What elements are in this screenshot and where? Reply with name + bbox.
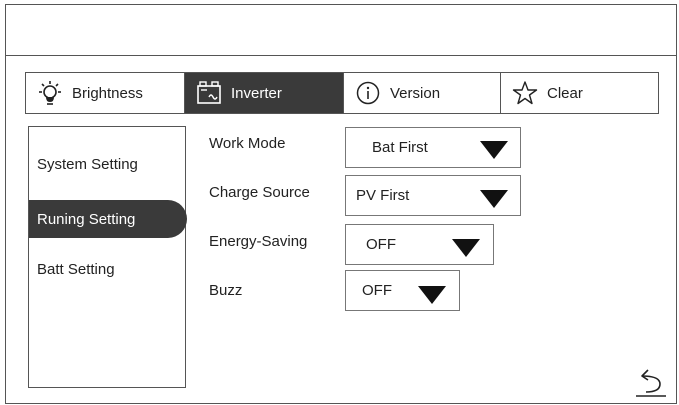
inverter-icon (195, 79, 223, 107)
buzz-label: Buzz (209, 282, 243, 299)
buzz-select[interactable]: OFF (345, 270, 460, 311)
sidebar-item-batt-setting[interactable]: Batt Setting (29, 250, 187, 288)
charge-source-value: PV First (356, 187, 410, 204)
brightness-bulb-icon (36, 79, 64, 107)
tab-brightness[interactable]: Brightness (25, 72, 185, 114)
work-mode-select[interactable]: Bat First (345, 127, 521, 168)
tab-inverter-label: Inverter (231, 84, 282, 102)
work-mode-value: Bat First (372, 139, 428, 156)
work-mode-label: Work Mode (209, 135, 286, 152)
header-divider (5, 55, 677, 56)
charge-source-select[interactable]: PV First (345, 175, 521, 216)
tab-version-label: Version (390, 84, 441, 102)
dropdown-arrow-icon (480, 141, 508, 159)
energy-saving-value: OFF (366, 236, 396, 253)
tab-brightness-label: Brightness (72, 84, 143, 102)
energy-saving-label: Energy-Saving (209, 233, 308, 250)
sidebar-item-system-setting[interactable]: System Setting (29, 145, 187, 183)
tab-inverter[interactable]: Inverter (184, 72, 344, 114)
info-icon (354, 79, 382, 107)
sidebar-item-runing-setting[interactable]: Runing Setting (29, 200, 187, 238)
tab-clear[interactable]: Clear (500, 72, 659, 114)
tab-version[interactable]: Version (343, 72, 501, 114)
charge-source-label: Charge Source (209, 184, 310, 201)
star-icon (511, 79, 539, 107)
tab-clear-label: Clear (547, 84, 583, 102)
settings-sidebar: System Setting Runing Setting Batt Setti… (28, 126, 187, 388)
dropdown-arrow-icon (452, 239, 480, 257)
energy-saving-select[interactable]: OFF (345, 224, 494, 265)
buzz-value: OFF (362, 282, 392, 299)
tab-bar: Brightness Inverter Version Clear (25, 72, 659, 114)
dropdown-arrow-icon (418, 286, 446, 304)
back-arrow-icon (636, 369, 666, 397)
back-button[interactable] (636, 366, 666, 398)
dropdown-arrow-icon (480, 190, 508, 208)
